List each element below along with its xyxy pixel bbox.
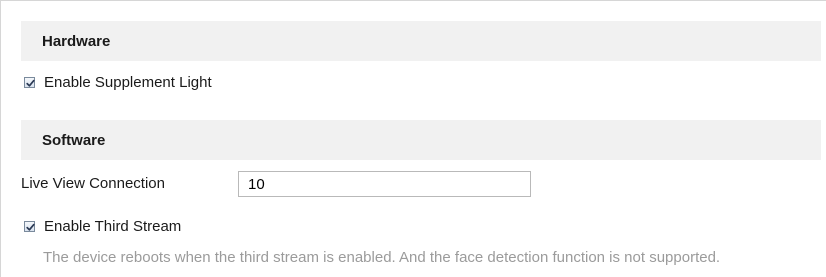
hardware-section-title: Hardware <box>42 33 111 50</box>
supplement-light-label: Enable Supplement Light <box>44 73 212 91</box>
live-view-connection-label: Live View Connection <box>21 175 165 192</box>
third-stream-checkbox[interactable] <box>24 220 35 232</box>
settings-panel: Hardware Enable Supplement Light Softwar… <box>0 0 826 277</box>
software-section-header: Software <box>21 120 821 160</box>
live-view-connection-input[interactable] <box>238 171 531 197</box>
checkbox-checked-icon <box>26 79 35 87</box>
supplement-light-checkbox[interactable] <box>24 76 35 88</box>
software-section-title: Software <box>42 132 106 149</box>
supplement-light-option[interactable]: Enable Supplement Light <box>24 73 212 91</box>
checkbox-checked-icon <box>26 223 35 231</box>
third-stream-note: The device reboots when the third stream… <box>43 249 721 266</box>
hardware-section-header: Hardware <box>21 21 821 61</box>
third-stream-option[interactable]: Enable Third Stream <box>24 217 181 235</box>
third-stream-label: Enable Third Stream <box>44 217 182 235</box>
